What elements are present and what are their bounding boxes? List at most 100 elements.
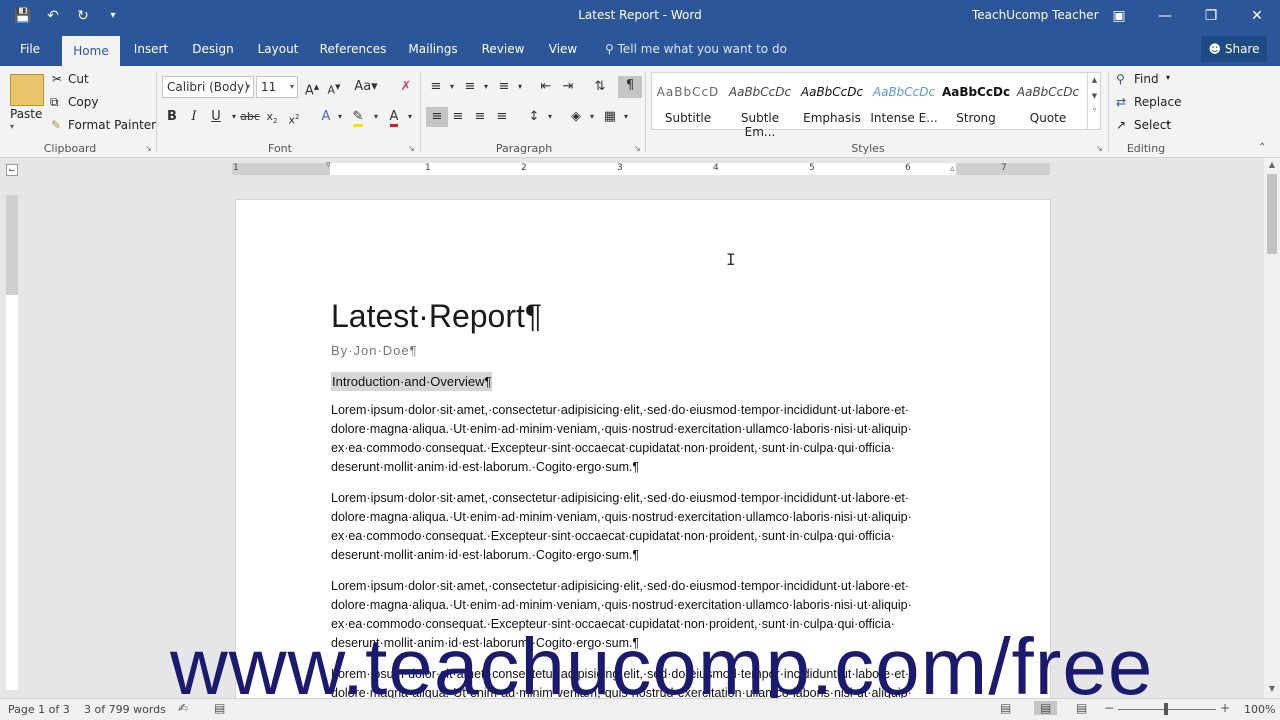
restore-icon[interactable]: ❐ [1188,0,1234,32]
tab-design[interactable]: Design [186,32,240,66]
page-count[interactable]: Page 1 of 3 [8,703,70,716]
chevron-down-icon[interactable]: ▾ [616,107,636,127]
show-hide-formatting-icon[interactable]: ¶ [618,76,642,98]
tab-insert[interactable]: Insert [128,32,174,66]
minimize-icon[interactable]: — [1142,0,1188,32]
proofing-icon[interactable]: ✍ [178,701,188,715]
highlight-icon[interactable]: ✎ [348,107,368,127]
zoom-in-icon[interactable]: + [1220,701,1230,715]
chevron-down-icon[interactable]: ▾ [442,77,462,97]
styles-scroll[interactable]: ▲ ▼ ▿ [1087,72,1101,130]
find-button[interactable]: Find [1134,72,1159,86]
zoom-out-icon[interactable]: − [1104,701,1114,715]
chevron-down-icon[interactable]: ▼ [1088,92,1101,100]
chevron-down-icon[interactable]: ▾ [510,77,530,97]
styles-gallery: AaBbCcD Subtitle AaBbCcDc Subtle Em... A… [651,72,1101,139]
print-layout-icon[interactable]: ▤ [1034,701,1058,715]
tab-selector-icon[interactable]: ⌙ [6,164,18,176]
chevron-up-icon[interactable]: ▲ [1088,76,1101,84]
cut-button[interactable]: Cut [68,72,89,86]
macro-record-icon[interactable]: ▤ [214,701,225,715]
vertical-scrollbar[interactable]: ▲ ▼ [1264,158,1280,698]
style-intense-emphasis[interactable]: AaBbCcDc Intense E... [868,73,940,129]
chevron-down-icon[interactable]: ▾ [366,107,386,127]
paste-icon[interactable] [10,74,44,106]
document-title[interactable]: Latest·Report¶ [331,298,542,335]
copy-button[interactable]: Copy [68,95,98,109]
superscript-icon[interactable]: x2 [284,107,304,127]
right-indent-marker-icon[interactable]: ▵ [950,164,955,174]
clear-formatting-icon[interactable]: ✗ [396,77,416,97]
shrink-font-icon[interactable]: A▼ [324,77,344,97]
justify-icon[interactable]: ≡ [492,107,512,127]
decrease-indent-icon[interactable]: ⇤ [536,77,556,97]
share-button[interactable]: ☻ Share [1201,36,1267,62]
change-case-icon[interactable]: Aa▾ [352,77,380,97]
horizontal-ruler[interactable]: 1 1 2 3 4 5 6 7 ▿ ▵ [232,160,1050,175]
tab-review[interactable]: Review [476,32,530,66]
chevron-down-icon[interactable]: ▾ [330,107,350,127]
indent-marker-icon[interactable]: ▿ [326,160,331,170]
paste-button[interactable]: Paste [10,107,42,121]
document-subtitle[interactable]: By·Jon·Doe¶ [331,343,418,358]
chevron-down-icon[interactable]: ▾ [400,107,420,127]
body-paragraph[interactable]: Lorem·ipsum·dolor·sit·amet,·consectetur·… [331,489,955,565]
style-strong[interactable]: AaBbCcDc Strong [940,73,1012,129]
font-size-value: 11 [261,80,277,94]
more-styles-icon[interactable]: ▿ [1088,106,1101,114]
tell-me-box[interactable]: ⚲ Tell me what you want to do [605,32,787,66]
vertical-ruler[interactable] [6,195,18,690]
chevron-down-icon[interactable]: ▾ [1166,73,1170,82]
tab-references[interactable]: References [316,32,390,66]
tab-view[interactable]: View [542,32,584,66]
italic-icon[interactable]: I [184,107,204,127]
font-size-combo[interactable]: 11 ▾ [256,76,298,98]
zoom-level[interactable]: 100% [1244,703,1275,716]
read-mode-icon[interactable]: ▤ [1000,701,1011,715]
web-layout-icon[interactable]: ▤ [1076,701,1087,715]
tab-file[interactable]: File [10,32,50,66]
document-heading-selected[interactable]: Introduction·and·Overview¶ [331,372,493,391]
font-launcher-icon[interactable]: ↘ [408,144,415,153]
scroll-down-icon[interactable]: ▼ [1264,684,1280,693]
tab-home[interactable]: Home [62,36,120,66]
close-icon[interactable]: ✕ [1234,0,1280,32]
font-name-combo[interactable]: Calibri (Body) ▾ [162,76,254,98]
style-subtitle[interactable]: AaBbCcD Subtitle [652,73,724,129]
collapse-ribbon-icon[interactable]: ⌃ [1258,142,1266,153]
chevron-down-icon[interactable]: ▾ [1166,119,1170,128]
align-right-icon[interactable]: ≡ [470,107,490,127]
document-area[interactable]: Latest·Report¶ By·Jon·Doe¶ Introduction·… [22,180,1264,698]
style-quote[interactable]: AaBbCcDc Quote [1012,73,1084,129]
tab-mailings[interactable]: Mailings [402,32,464,66]
increase-indent-icon[interactable]: ⇥ [558,77,578,97]
sort-icon[interactable]: ⇅ [590,77,610,97]
styles-launcher-icon[interactable]: ↘ [1096,144,1103,153]
subscript-icon[interactable]: x2 [262,107,282,127]
align-center-icon[interactable]: ≡ [448,107,468,127]
grow-font-icon[interactable]: A▲ [302,77,322,98]
user-name[interactable]: TeachUcomp Teacher [972,8,1099,22]
underline-icon[interactable]: U [206,107,226,127]
body-paragraph[interactable]: Lorem·ipsum·dolor·sit·amet,·consectetur·… [331,401,955,477]
scroll-thumb[interactable] [1267,174,1277,254]
paragraph-launcher-icon[interactable]: ↘ [634,144,641,153]
style-subtle-emphasis[interactable]: AaBbCcDc Subtle Em... [724,73,796,139]
tab-layout[interactable]: Layout [252,32,304,66]
style-name: Emphasis [803,111,861,125]
word-count[interactable]: 3 of 799 words [84,703,166,716]
style-emphasis[interactable]: AaBbCcDc Emphasis [796,73,868,129]
strikethrough-icon[interactable]: abc [240,107,260,127]
chevron-down-icon[interactable]: ▾ [540,107,560,127]
scroll-up-icon[interactable]: ▲ [1264,160,1280,169]
chevron-down-icon[interactable]: ▾ [582,107,602,127]
align-left-icon[interactable]: ≡ [426,107,448,127]
chevron-down-icon[interactable]: ▾ [476,77,496,97]
replace-button[interactable]: Replace [1134,95,1181,109]
zoom-slider-thumb[interactable] [1164,703,1168,715]
format-painter-button[interactable]: Format Painter [68,118,156,132]
bold-icon[interactable]: B [162,107,182,127]
paste-dropdown-icon[interactable]: ▾ [10,122,14,131]
clipboard-launcher-icon[interactable]: ↘ [145,144,152,153]
ribbon-display-options-icon[interactable]: ▣ [1096,0,1142,32]
